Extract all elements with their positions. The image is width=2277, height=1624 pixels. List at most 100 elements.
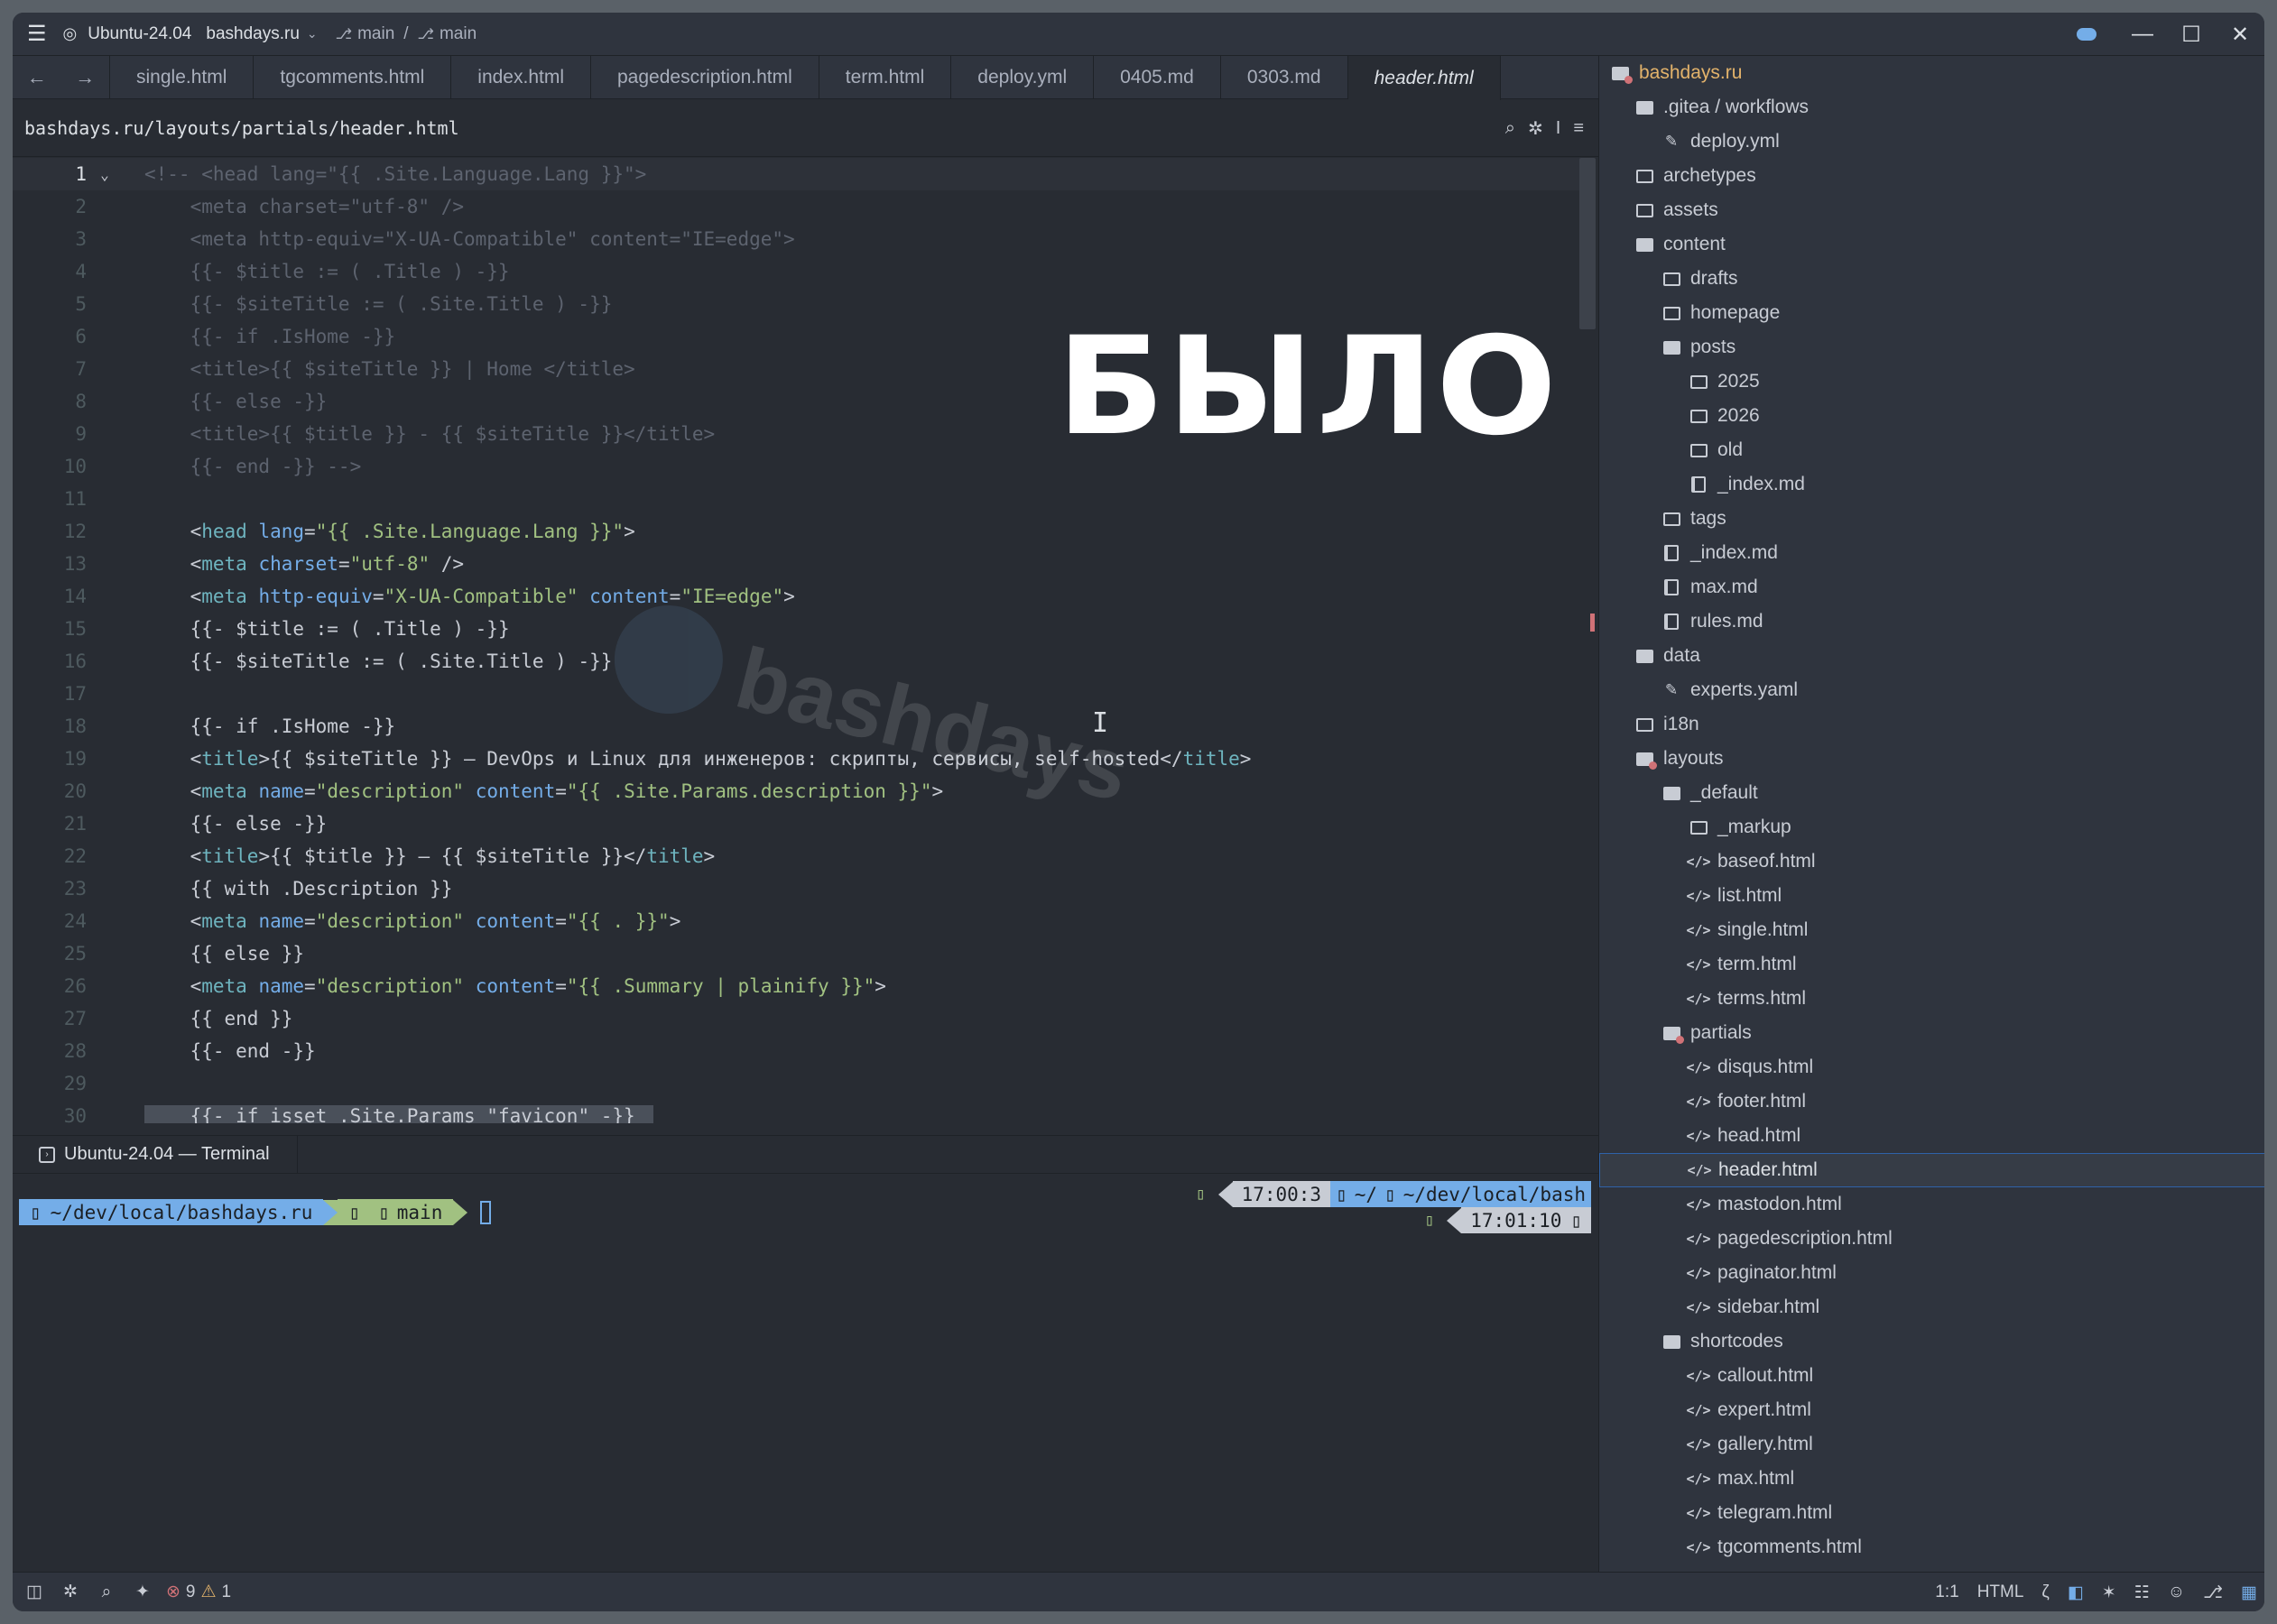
- tree-item[interactable]: shortcodes: [1599, 1324, 2264, 1359]
- tree-item[interactable]: </> sidebar.html: [1599, 1290, 2264, 1324]
- back-arrow-icon[interactable]: ←: [27, 66, 47, 89]
- tree-item[interactable]: drafts: [1599, 262, 2264, 296]
- zeta-icon[interactable]: ζ: [2041, 1582, 2049, 1602]
- tree-item[interactable]: posts: [1599, 330, 2264, 364]
- layout-icon[interactable]: ▦: [2241, 1582, 2257, 1603]
- tab-single[interactable]: single.html: [110, 56, 255, 99]
- tree-item[interactable]: </> head.html: [1599, 1119, 2264, 1153]
- diagnostics[interactable]: ⊗ 9 ⚠ 1: [166, 1582, 231, 1602]
- tree-item[interactable]: </> disqus.html: [1599, 1050, 2264, 1084]
- tree-item[interactable]: archetypes: [1599, 159, 2264, 193]
- tree-item[interactable]: ✎ experts.yaml: [1599, 673, 2264, 707]
- folder-modified-icon: [1610, 63, 1633, 84]
- tree-item[interactable]: </> term.html: [1599, 947, 2264, 982]
- language-mode[interactable]: HTML: [1977, 1582, 2024, 1602]
- outline-icon[interactable]: ☷: [2134, 1582, 2150, 1603]
- tree-item[interactable]: </> gallery.html: [1599, 1427, 2264, 1462]
- tree-item[interactable]: </> header.html: [1599, 1153, 2264, 1187]
- project-env[interactable]: Ubuntu-24.04: [88, 24, 191, 44]
- tree-item[interactable]: </> expert.html: [1599, 1393, 2264, 1427]
- tree-item[interactable]: data: [1599, 639, 2264, 673]
- sparkle-icon[interactable]: ✲: [1528, 117, 1543, 140]
- debug-icon[interactable]: ✦: [125, 1582, 161, 1602]
- tab-0303[interactable]: 0303.md: [1221, 56, 1348, 99]
- tree-item-label: expert.html: [1717, 1399, 1811, 1420]
- tree-item[interactable]: </> terms.html: [1599, 982, 2264, 1016]
- tree-item[interactable]: old: [1599, 433, 2264, 467]
- tree-item[interactable]: ✎ deploy.yml: [1599, 125, 2264, 159]
- tab-0405[interactable]: 0405.md: [1094, 56, 1221, 99]
- close-button[interactable]: ✕: [2216, 13, 2264, 56]
- tree-item[interactable]: </> pagedescription.html: [1599, 1222, 2264, 1256]
- project-icon[interactable]: ✲: [52, 1582, 88, 1602]
- terminal-body[interactable]: ▯ ~/dev/local/bashdays.ru ▯ ▯ main ▯ 17:00:…: [13, 1174, 1598, 1572]
- minimize-button[interactable]: —: [2118, 13, 2167, 56]
- tree-item-label: mastodon.html: [1717, 1194, 1842, 1214]
- tree-item[interactable]: homepage: [1599, 296, 2264, 330]
- branch-name[interactable]: main: [357, 24, 394, 44]
- tree-item[interactable]: </> mastodon.html: [1599, 1187, 2264, 1222]
- tree-item-label: terms.html: [1717, 988, 1807, 1009]
- tab-tgcomments[interactable]: tgcomments.html: [254, 56, 452, 99]
- code-file-icon: </>: [1686, 1196, 1711, 1213]
- menu-icon[interactable]: ☰: [27, 21, 47, 47]
- tree-item[interactable]: </> tgcomments.html: [1599, 1530, 2264, 1564]
- code-file-icon: </>: [1686, 1231, 1711, 1247]
- tree-item[interactable]: .gitea / workflows: [1599, 90, 2264, 125]
- tree-item[interactable]: _index.md: [1599, 536, 2264, 570]
- settings-sliders-icon[interactable]: ≡: [1573, 118, 1584, 139]
- tree-item[interactable]: partials: [1599, 1016, 2264, 1050]
- chevron-down-icon[interactable]: ⌄: [307, 26, 318, 42]
- tree-item[interactable]: 2026: [1599, 399, 2264, 433]
- text-cursor-icon[interactable]: I: [1556, 118, 1561, 139]
- tree-item[interactable]: _markup: [1599, 810, 2264, 844]
- tree-item[interactable]: bashdays.ru: [1599, 56, 2264, 90]
- fold-chevron-icon[interactable]: ⌄: [87, 166, 123, 183]
- tree-item[interactable]: max.md: [1599, 570, 2264, 604]
- tab-index[interactable]: index.html: [451, 56, 591, 99]
- code-file-icon: </>: [1686, 956, 1711, 973]
- folder-open-icon: [1634, 235, 1654, 254]
- tree-item[interactable]: _default: [1599, 776, 2264, 810]
- project-name[interactable]: bashdays.ru: [206, 24, 300, 44]
- tree-item[interactable]: </> max.html: [1599, 1462, 2264, 1496]
- tree-item[interactable]: layouts: [1599, 742, 2264, 776]
- tree-item[interactable]: assets: [1599, 193, 2264, 227]
- tree-item[interactable]: </> list.html: [1599, 879, 2264, 913]
- tab-pagedescription[interactable]: pagedescription.html: [591, 56, 819, 99]
- preview-icon[interactable]: ◧: [2068, 1582, 2084, 1603]
- cursor-position[interactable]: 1:1: [1935, 1582, 1958, 1602]
- terminal-tab[interactable]: › Ubuntu-24.04 — Terminal: [13, 1135, 298, 1174]
- tree-item[interactable]: content: [1599, 227, 2264, 262]
- tree-item-label: telegram.html: [1717, 1502, 1833, 1523]
- branch-name-2[interactable]: main: [440, 24, 477, 44]
- search-icon[interactable]: ⌕: [88, 1582, 125, 1602]
- git-panel-icon[interactable]: ⎇: [2203, 1582, 2223, 1603]
- sidebar-toggle-icon[interactable]: ◫: [16, 1582, 52, 1602]
- tree-item-label: tags: [1690, 508, 1726, 529]
- tree-item[interactable]: _index.md: [1599, 467, 2264, 502]
- tree-item[interactable]: </> telegram.html: [1599, 1496, 2264, 1530]
- remote-icon[interactable]: ◎: [63, 24, 78, 43]
- tree-item[interactable]: 2025: [1599, 364, 2264, 399]
- tab-deploy[interactable]: deploy.yml: [951, 56, 1095, 99]
- tree-item[interactable]: </> baseof.html: [1599, 844, 2264, 879]
- tree-item[interactable]: </> callout.html: [1599, 1359, 2264, 1393]
- tab-term[interactable]: term.html: [819, 56, 952, 99]
- collab-icon[interactable]: ☺: [2168, 1582, 2185, 1602]
- maximize-button[interactable]: ☐: [2167, 13, 2216, 56]
- tab-header-active[interactable]: header.html: [1347, 56, 1501, 100]
- bug-icon[interactable]: ✶: [2102, 1582, 2116, 1603]
- right-prompt: ▯ 17:00:3 ▯ ~/▯ ~/dev/local/bash: [1196, 1181, 1591, 1207]
- tree-item[interactable]: i18n: [1599, 707, 2264, 742]
- search-icon[interactable]: ⌕: [1505, 118, 1515, 139]
- breadcrumb[interactable]: bashdays.ru/layouts/partials/header.html: [13, 117, 459, 139]
- tree-item[interactable]: </> footer.html: [1599, 1084, 2264, 1119]
- copilot-icon[interactable]: [2055, 13, 2118, 56]
- editor-scrollbar[interactable]: [1579, 158, 1596, 329]
- forward-arrow-icon[interactable]: →: [75, 66, 95, 89]
- tree-item[interactable]: rules.md: [1599, 604, 2264, 639]
- tree-item[interactable]: </> paginator.html: [1599, 1256, 2264, 1290]
- tree-item[interactable]: </> single.html: [1599, 913, 2264, 947]
- tree-item[interactable]: tags: [1599, 502, 2264, 536]
